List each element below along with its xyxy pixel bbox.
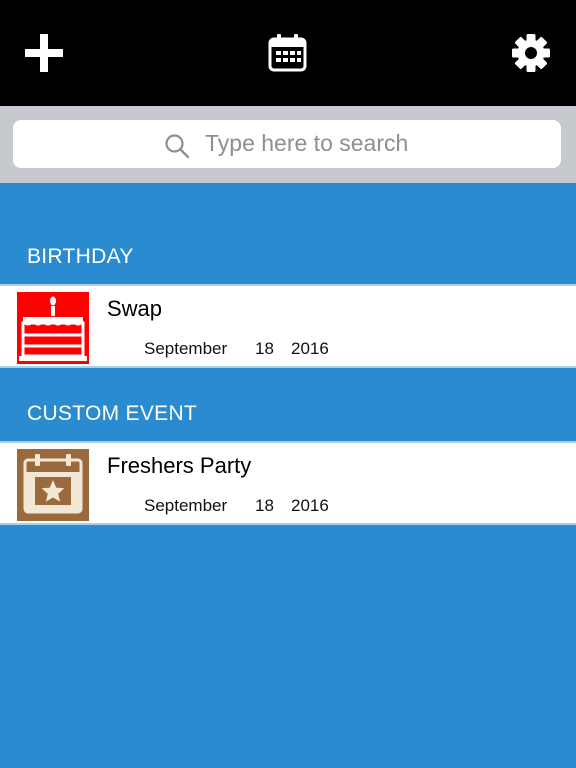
calendar-icon[interactable] — [268, 33, 307, 72]
event-title: Freshers Party — [107, 453, 252, 478]
event-day: 18 — [255, 496, 274, 515]
plus-icon[interactable] — [25, 34, 63, 72]
list-item[interactable]: Freshers Party September 18 2016 — [0, 441, 576, 525]
event-month: September — [144, 496, 228, 515]
search-icon — [165, 134, 190, 159]
search-placeholder: Type here to search — [205, 130, 409, 156]
star-calendar-icon — [17, 449, 89, 521]
top-toolbar — [0, 0, 576, 106]
gear-icon[interactable] — [511, 33, 551, 73]
list-item[interactable]: Swap September 18 2016 — [0, 284, 576, 368]
section-header-birthday: BIRTHDAY — [27, 245, 134, 268]
event-title: Swap — [107, 296, 163, 321]
event-year: 2016 — [291, 496, 329, 515]
event-month: September — [144, 339, 228, 358]
search-bar: Type here to search — [0, 106, 576, 183]
event-day: 18 — [255, 339, 274, 358]
birthday-cake-icon — [17, 292, 89, 364]
event-year: 2016 — [291, 339, 329, 358]
search-input[interactable]: Type here to search — [13, 120, 561, 168]
section-header-custom-event: CUSTOM EVENT — [27, 402, 198, 425]
